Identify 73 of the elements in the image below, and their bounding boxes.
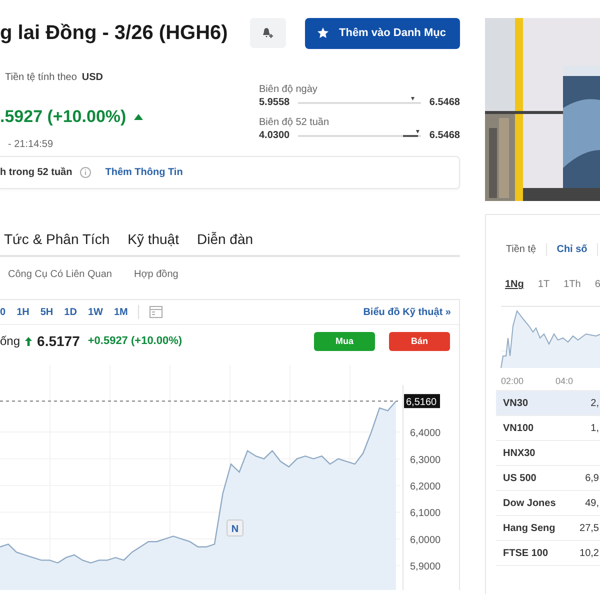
market-row[interactable]: VN100 1, (496, 416, 600, 441)
period-button[interactable]: 5H (40, 306, 54, 318)
axis-tick-label: 6,2000 (410, 481, 441, 492)
index-value: 2, (590, 398, 599, 408)
index-name: VN100 (503, 422, 534, 434)
instrument-name: ống (0, 334, 20, 348)
range-low: 4.0300 (259, 130, 290, 141)
market-row[interactable]: Dow Jones 49, (496, 491, 600, 516)
currency-value: USD (82, 72, 104, 83)
range-info-text: h trong 52 tuần (0, 167, 72, 178)
index-value: 1, (590, 422, 599, 434)
axis-tick-label: 5,9000 (410, 562, 441, 573)
period-button[interactable]: 1T (538, 279, 550, 290)
market-row[interactable]: FTSE 100 10,2 (496, 541, 600, 566)
market-tab[interactable]: Chỉ số (547, 242, 598, 256)
index-value: 49, (585, 498, 599, 508)
range-high: 6.5468 (429, 97, 460, 108)
range-high: 6.5468 (429, 130, 460, 141)
price-change: +0.5927 (+10.00%) (88, 335, 182, 347)
price-change: .5927 (+10.00%) (0, 107, 126, 127)
index-name: Dow Jones (503, 498, 556, 508)
index-name: HNX30 (503, 448, 536, 458)
bell-plus-icon (263, 28, 274, 39)
period-button[interactable]: 1W (88, 306, 103, 318)
currency-label: Tiền tệ tính theo (5, 72, 77, 83)
more-info-link[interactable]: Thêm Thông Tin (105, 167, 183, 178)
index-value: 27,5 (580, 522, 599, 534)
range-low: 5.9558 (259, 97, 290, 108)
axis-tick-label: 6,0000 (410, 534, 441, 546)
index-value: 6,9 (585, 472, 599, 484)
index-name: Hang Seng (503, 522, 556, 534)
period-button[interactable]: 1D (64, 306, 77, 318)
add-to-watchlist-button[interactable]: Thêm vào Danh Mục (305, 18, 460, 48)
period-button[interactable]: 0 (0, 306, 6, 318)
market-tab[interactable]: Tiền tệ (496, 242, 547, 256)
market-row[interactable]: VN30 2, (496, 391, 600, 416)
up-triangle-icon (134, 114, 144, 120)
buy-button[interactable]: Mua (314, 332, 375, 350)
nav-tab[interactable]: Tức & Phân Tích (4, 223, 110, 257)
sell-button[interactable]: Bán (389, 332, 450, 350)
time-label: 04:0 (556, 376, 574, 386)
range-label: Biên độ ngày (259, 84, 318, 95)
alert-button[interactable] (250, 18, 286, 48)
star-icon (317, 27, 329, 39)
period-button[interactable]: 1Th (564, 279, 581, 290)
index-name: US 500 (503, 472, 536, 484)
range-label: Biên độ 52 tuần (259, 117, 330, 128)
news-marker[interactable]: N (226, 520, 244, 536)
axis-tick-label: 6,1000 (410, 508, 441, 520)
index-value: 10,2 (580, 548, 599, 558)
page-title: g lai Đồng - 3/26 (HGH6) (0, 22, 229, 44)
period-button[interactable]: 6 (594, 279, 600, 290)
period-button[interactable]: 1Ng (505, 279, 524, 290)
nav-tab[interactable]: Diễn đàn (196, 223, 254, 257)
index-name: VN30 (503, 398, 528, 408)
up-arrow-icon (25, 336, 32, 346)
period-button[interactable]: 1H (16, 306, 30, 318)
axis-tick-label: 6,4000 (410, 428, 441, 440)
period-button[interactable]: 1M (114, 306, 128, 318)
index-name: FTSE 100 (503, 548, 548, 558)
update-time: - 21:14:59 (7, 139, 54, 150)
sub-tab[interactable]: Hợp đồng (134, 268, 178, 280)
nav-tab[interactable]: Kỹ thuật (128, 223, 179, 257)
axis-tick-label: 6,3000 (410, 454, 441, 466)
market-row[interactable]: HNX30 (496, 441, 600, 466)
sub-tab[interactable]: Công Cụ Có Liên Quan (8, 268, 112, 280)
time-label: 02:00 (501, 376, 524, 386)
market-row[interactable]: Hang Seng 27,5 (496, 516, 600, 541)
technical-chart-link[interactable]: Biểu đồ Kỹ thuật » (363, 306, 451, 318)
market-row[interactable]: US 500 6,9 (496, 466, 600, 491)
last-price: 6.5177 (37, 333, 80, 349)
info-icon (80, 167, 92, 178)
price-tag: 6,5160 (404, 394, 440, 408)
